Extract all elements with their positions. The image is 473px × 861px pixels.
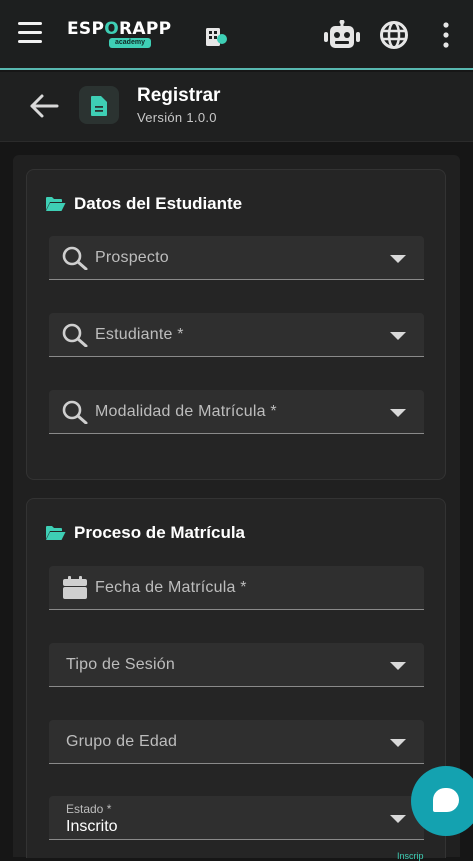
field-label: Modalidad de Matrícula *: [95, 403, 277, 420]
school-icon[interactable]: [205, 25, 229, 47]
field-label: Estado *: [66, 802, 112, 816]
estudiante-select[interactable]: Estudiante *: [49, 313, 424, 357]
chevron-down-icon: [390, 815, 406, 823]
version-label: Versión 1.0.0: [137, 110, 217, 125]
footer-status-text: Inscrip: [397, 851, 424, 861]
search-icon: [62, 246, 88, 270]
section-title: Datos del Estudiante: [45, 194, 242, 214]
chevron-down-icon: [390, 255, 406, 263]
globe-icon[interactable]: [380, 21, 408, 49]
field-label: Estudiante *: [95, 326, 184, 343]
chevron-down-icon: [390, 332, 406, 340]
menu-icon[interactable]: [18, 22, 44, 48]
calendar-icon: [63, 576, 87, 599]
folder-open-icon: [46, 197, 66, 211]
prospecto-select[interactable]: Prospecto: [49, 236, 424, 280]
estado-select[interactable]: Estado * Inscrito: [49, 796, 424, 840]
field-label: Fecha de Matrícula *: [95, 579, 247, 596]
top-app-bar: ESPORAPP academy: [0, 0, 473, 70]
field-value: Inscrito: [66, 818, 118, 835]
section-title: Proceso de Matrícula: [45, 523, 245, 543]
logo-subtitle: academy: [109, 38, 151, 48]
back-arrow-icon[interactable]: [29, 92, 59, 120]
enrollment-process-card: Proceso de Matrícula Fecha de Matrícula …: [26, 498, 446, 858]
folder-open-icon: [46, 526, 66, 540]
kebab-icon[interactable]: [438, 22, 454, 48]
main-content: Datos del Estudiante Prospecto Estudiant…: [13, 155, 460, 858]
page-title: Registrar: [137, 85, 221, 106]
modalidad-select[interactable]: Modalidad de Matrícula *: [49, 390, 424, 434]
chat-icon: [433, 788, 459, 812]
logo-text: ESPORAPP: [67, 19, 172, 39]
chevron-down-icon: [390, 662, 406, 670]
tipo-sesion-select[interactable]: Tipo de Sesión: [49, 643, 424, 687]
search-icon: [62, 400, 88, 424]
grupo-edad-select[interactable]: Grupo de Edad: [49, 720, 424, 764]
chevron-down-icon: [390, 409, 406, 417]
fecha-matricula-field[interactable]: Fecha de Matrícula *: [49, 566, 424, 610]
document-badge: [79, 86, 119, 124]
field-label: Grupo de Edad: [66, 733, 178, 750]
document-icon: [91, 96, 107, 116]
page-header: Registrar Versión 1.0.0: [0, 72, 473, 142]
student-data-card: Datos del Estudiante Prospecto Estudiant…: [26, 169, 446, 480]
field-label: Tipo de Sesión: [66, 656, 175, 673]
search-icon: [62, 323, 88, 347]
chat-button[interactable]: [411, 766, 473, 836]
robot-icon[interactable]: [324, 20, 360, 50]
app-logo[interactable]: ESPORAPP academy: [67, 19, 171, 49]
field-label: Prospecto: [95, 249, 169, 266]
chevron-down-icon: [390, 739, 406, 747]
